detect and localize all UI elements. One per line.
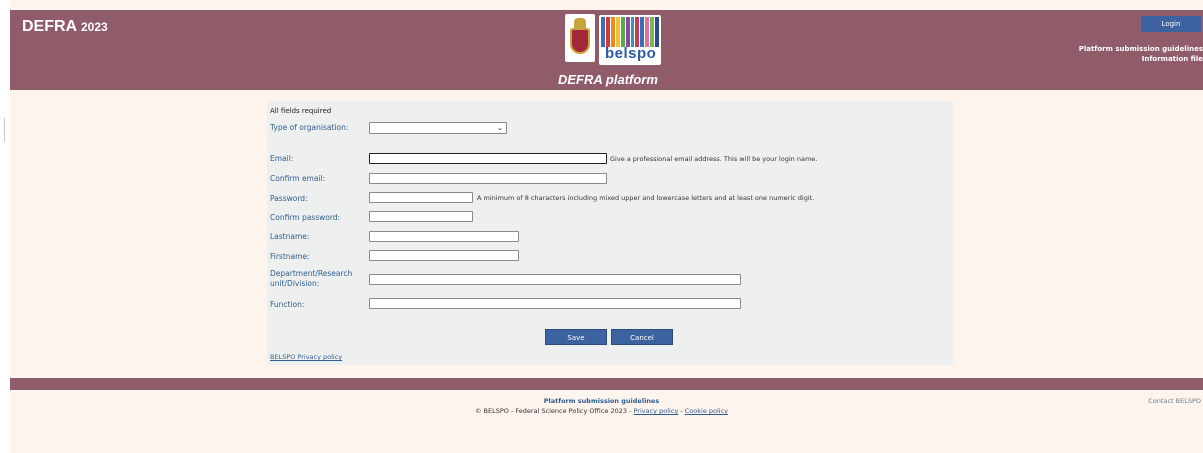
contact-link[interactable]: Contact BELSPO [1148,397,1201,405]
email-field[interactable] [369,153,607,164]
footer-copyright: © BELSPO - Federal Science Policy Office… [0,407,1203,415]
firstname-field[interactable] [369,250,519,261]
confirm-email-field[interactable] [369,173,607,184]
footer-guidelines-text[interactable]: Platform submission guidelines [544,397,659,405]
crest-crown [574,18,586,28]
footer-separator: - [680,407,683,415]
site-header: DEFRA 2023 belspo DEFRA platform Login P… [10,10,1203,90]
email-hint: Give a professional email address. This … [610,155,818,163]
function-label: Function: [270,300,305,309]
organisation-type-select[interactable]: ⌄ [369,122,507,134]
department-field[interactable] [369,274,741,285]
registration-form: All fields required Type of organisation… [267,101,953,365]
password-hint: A minimum of 8 characters including mixe… [477,194,815,202]
confirm-password-label: Confirm password: [270,213,341,222]
confirm-email-label: Confirm email: [270,174,326,183]
crest-logo-icon [565,14,595,62]
left-gutter [0,0,10,453]
type-label: Type of organisation: [270,123,349,132]
header-information-file-link[interactable]: Information file [1142,55,1203,63]
save-button[interactable]: Save [545,329,607,345]
copyright-text: © BELSPO - Federal Science Policy Office… [474,407,632,415]
brand-year: 2023 [80,20,108,34]
scroll-marker [4,118,5,142]
form-note: All fields required [270,107,332,115]
crest-shield [570,28,590,54]
login-button[interactable]: Login [1141,16,1201,32]
site-brand[interactable]: DEFRA 2023 [22,18,108,36]
chevron-down-icon: ⌄ [497,124,503,132]
logo-text: belspo [605,45,657,62]
confirm-password-field[interactable] [369,211,473,222]
belspo-logo: belspo [599,15,661,65]
lastname-label: Lastname: [270,232,310,241]
password-field[interactable] [369,192,473,203]
footer-privacy-link[interactable]: Privacy policy [634,407,679,415]
platform-title: DEFRA platform [558,72,658,87]
cancel-button[interactable]: Cancel [611,329,673,345]
email-label: Email: [270,154,294,163]
logo-bars [601,17,660,47]
function-field[interactable] [369,298,741,309]
belspo-privacy-link[interactable]: BELSPO Privacy policy [270,353,342,361]
footer-bar [10,378,1203,390]
footer-guidelines-link: Platform submission guidelines [0,397,1203,405]
firstname-label: Firstname: [270,252,310,261]
footer-cookie-link[interactable]: Cookie policy [685,407,728,415]
lastname-field[interactable] [369,231,519,242]
brand-name: DEFRA [22,18,77,35]
department-label: Department/Research unit/Division: [270,269,353,288]
header-guidelines-link[interactable]: Platform submission guidelines [1079,45,1203,53]
password-label: Password: [270,194,308,203]
